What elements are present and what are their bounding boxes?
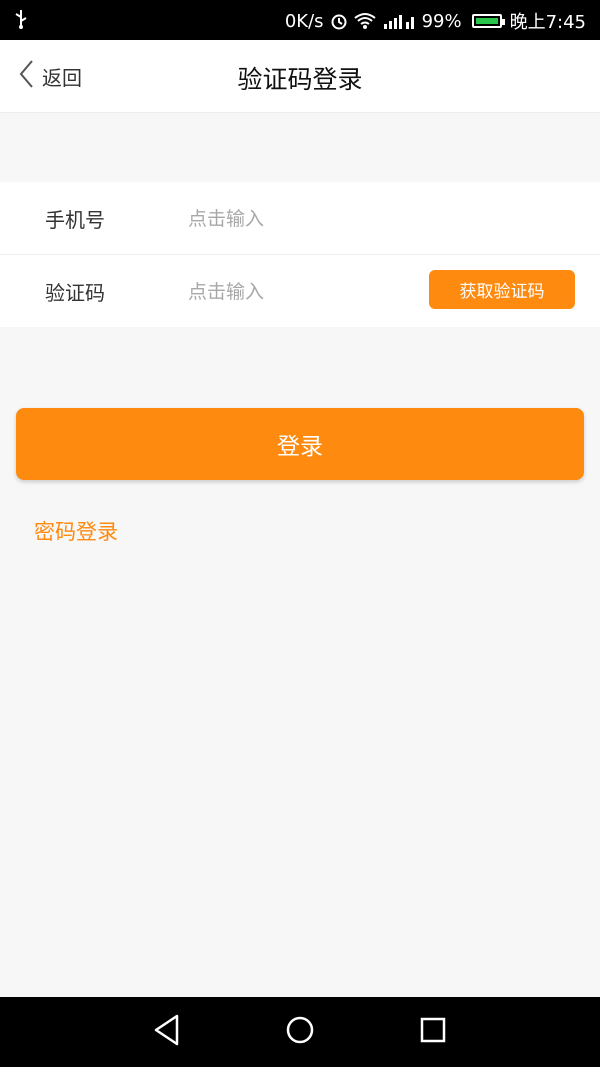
wifi-icon [353, 12, 376, 30]
phone-label: 手机号 [45, 208, 105, 232]
network-speed: 0K/s [284, 10, 324, 32]
system-nav-bar [0, 997, 600, 1067]
usb-icon [14, 9, 28, 34]
square-recent-icon[interactable] [418, 1013, 448, 1051]
page-title: 验证码登录 [237, 65, 363, 94]
alarm-icon [330, 12, 348, 30]
circle-home-icon[interactable] [284, 1013, 316, 1051]
clock: 晚上7:45 [509, 12, 586, 33]
login-button[interactable]: 登录 [16, 408, 584, 480]
code-input[interactable] [186, 275, 410, 309]
phone-row: 手机号 [0, 182, 600, 255]
code-row: 验证码 获取验证码 [0, 255, 600, 327]
triangle-back-icon[interactable] [152, 1013, 182, 1051]
login-form: 手机号 验证码 获取验证码 [0, 182, 600, 327]
phone-input[interactable] [186, 202, 410, 236]
get-code-button[interactable]: 获取验证码 [429, 270, 575, 309]
battery-icon [471, 14, 505, 28]
password-login-link[interactable]: 密码登录 [34, 516, 118, 546]
code-label: 验证码 [45, 281, 105, 305]
battery-percent: 99% [421, 10, 462, 32]
top-nav-bar: 返回 验证码登录 [0, 40, 600, 113]
status-bar: 0K/s 99% 晚上7:45 [0, 0, 600, 40]
signal-icon [382, 12, 416, 30]
